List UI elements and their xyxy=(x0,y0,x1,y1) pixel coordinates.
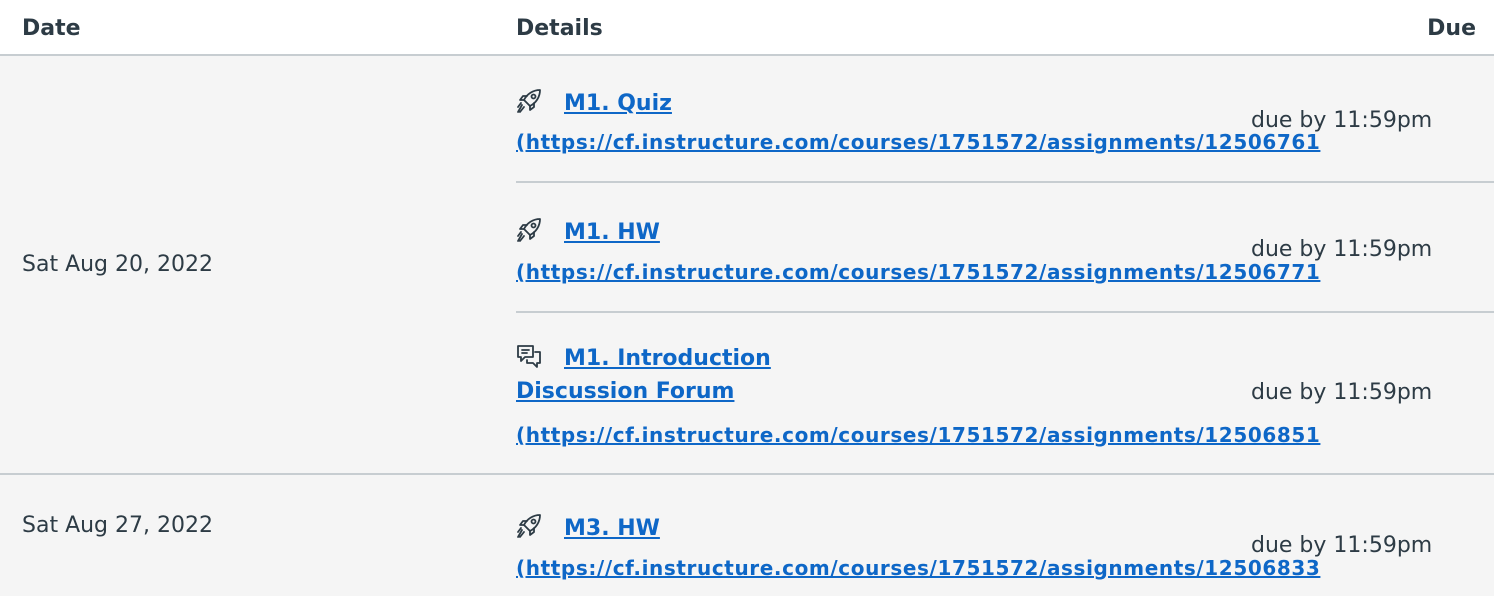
rocket-icon xyxy=(516,513,542,539)
assignment-title: M3. HW xyxy=(516,513,660,541)
table-row: M1. HW (https://cf.instructure.com/cours… xyxy=(516,181,1494,313)
assignment-title: M1. Introduction xyxy=(516,343,771,371)
column-header-due: Due xyxy=(1427,16,1476,41)
table-row: M1. Quiz (https://cf.instructure.com/cou… xyxy=(516,56,1494,183)
column-header-date: Date xyxy=(22,16,81,41)
discussion-icon xyxy=(516,343,542,369)
due-cell: due by 11:59pm xyxy=(1251,533,1433,558)
table-row: M1. Introduction Discussion Forum (https… xyxy=(516,311,1494,473)
assignment-url-link[interactable]: (https://cf.instructure.com/courses/1751… xyxy=(516,423,1320,447)
table-header: Date Details Due xyxy=(0,0,1494,56)
assignment-title: M1. Quiz xyxy=(516,88,672,116)
assignment-link-m3-hw[interactable]: M3. HW xyxy=(564,516,660,541)
due-cell: due by 11:59pm xyxy=(1251,108,1433,133)
assignment-url-link[interactable]: (https://cf.instructure.com/courses/1751… xyxy=(516,130,1320,154)
assignment-url-link[interactable]: (https://cf.instructure.com/courses/1751… xyxy=(516,260,1320,284)
assignment-link-m1-quiz[interactable]: M1. Quiz xyxy=(564,91,672,116)
date-group: Sat Aug 20, 2022 M1. Quiz (https://cf.in… xyxy=(0,56,1494,475)
assignment-link-m1-hw[interactable]: M1. HW xyxy=(564,220,660,245)
assignment-url-link[interactable]: (https://cf.instructure.com/courses/1751… xyxy=(516,556,1320,580)
date-cell: Sat Aug 20, 2022 xyxy=(22,252,213,277)
assignment-link-m1-introduction[interactable]: M1. Introduction xyxy=(564,346,771,371)
rocket-icon xyxy=(516,88,542,114)
date-group: Sat Aug 27, 2022 M3. HW (https://cf.inst… xyxy=(0,475,1494,596)
table-row: M3. HW (https://cf.instructure.com/cours… xyxy=(516,475,1494,596)
due-cell: due by 11:59pm xyxy=(1251,380,1433,405)
assignment-link-discussion-forum[interactable]: Discussion Forum xyxy=(516,379,734,404)
assignment-title: M1. HW xyxy=(516,217,660,245)
rocket-icon xyxy=(516,217,542,243)
column-header-details: Details xyxy=(516,16,603,41)
syllabus-page: Date Details Due Sat Aug 20, 2022 M1. Qu… xyxy=(0,0,1494,596)
date-cell: Sat Aug 27, 2022 xyxy=(22,513,213,538)
due-cell: due by 11:59pm xyxy=(1251,237,1433,262)
